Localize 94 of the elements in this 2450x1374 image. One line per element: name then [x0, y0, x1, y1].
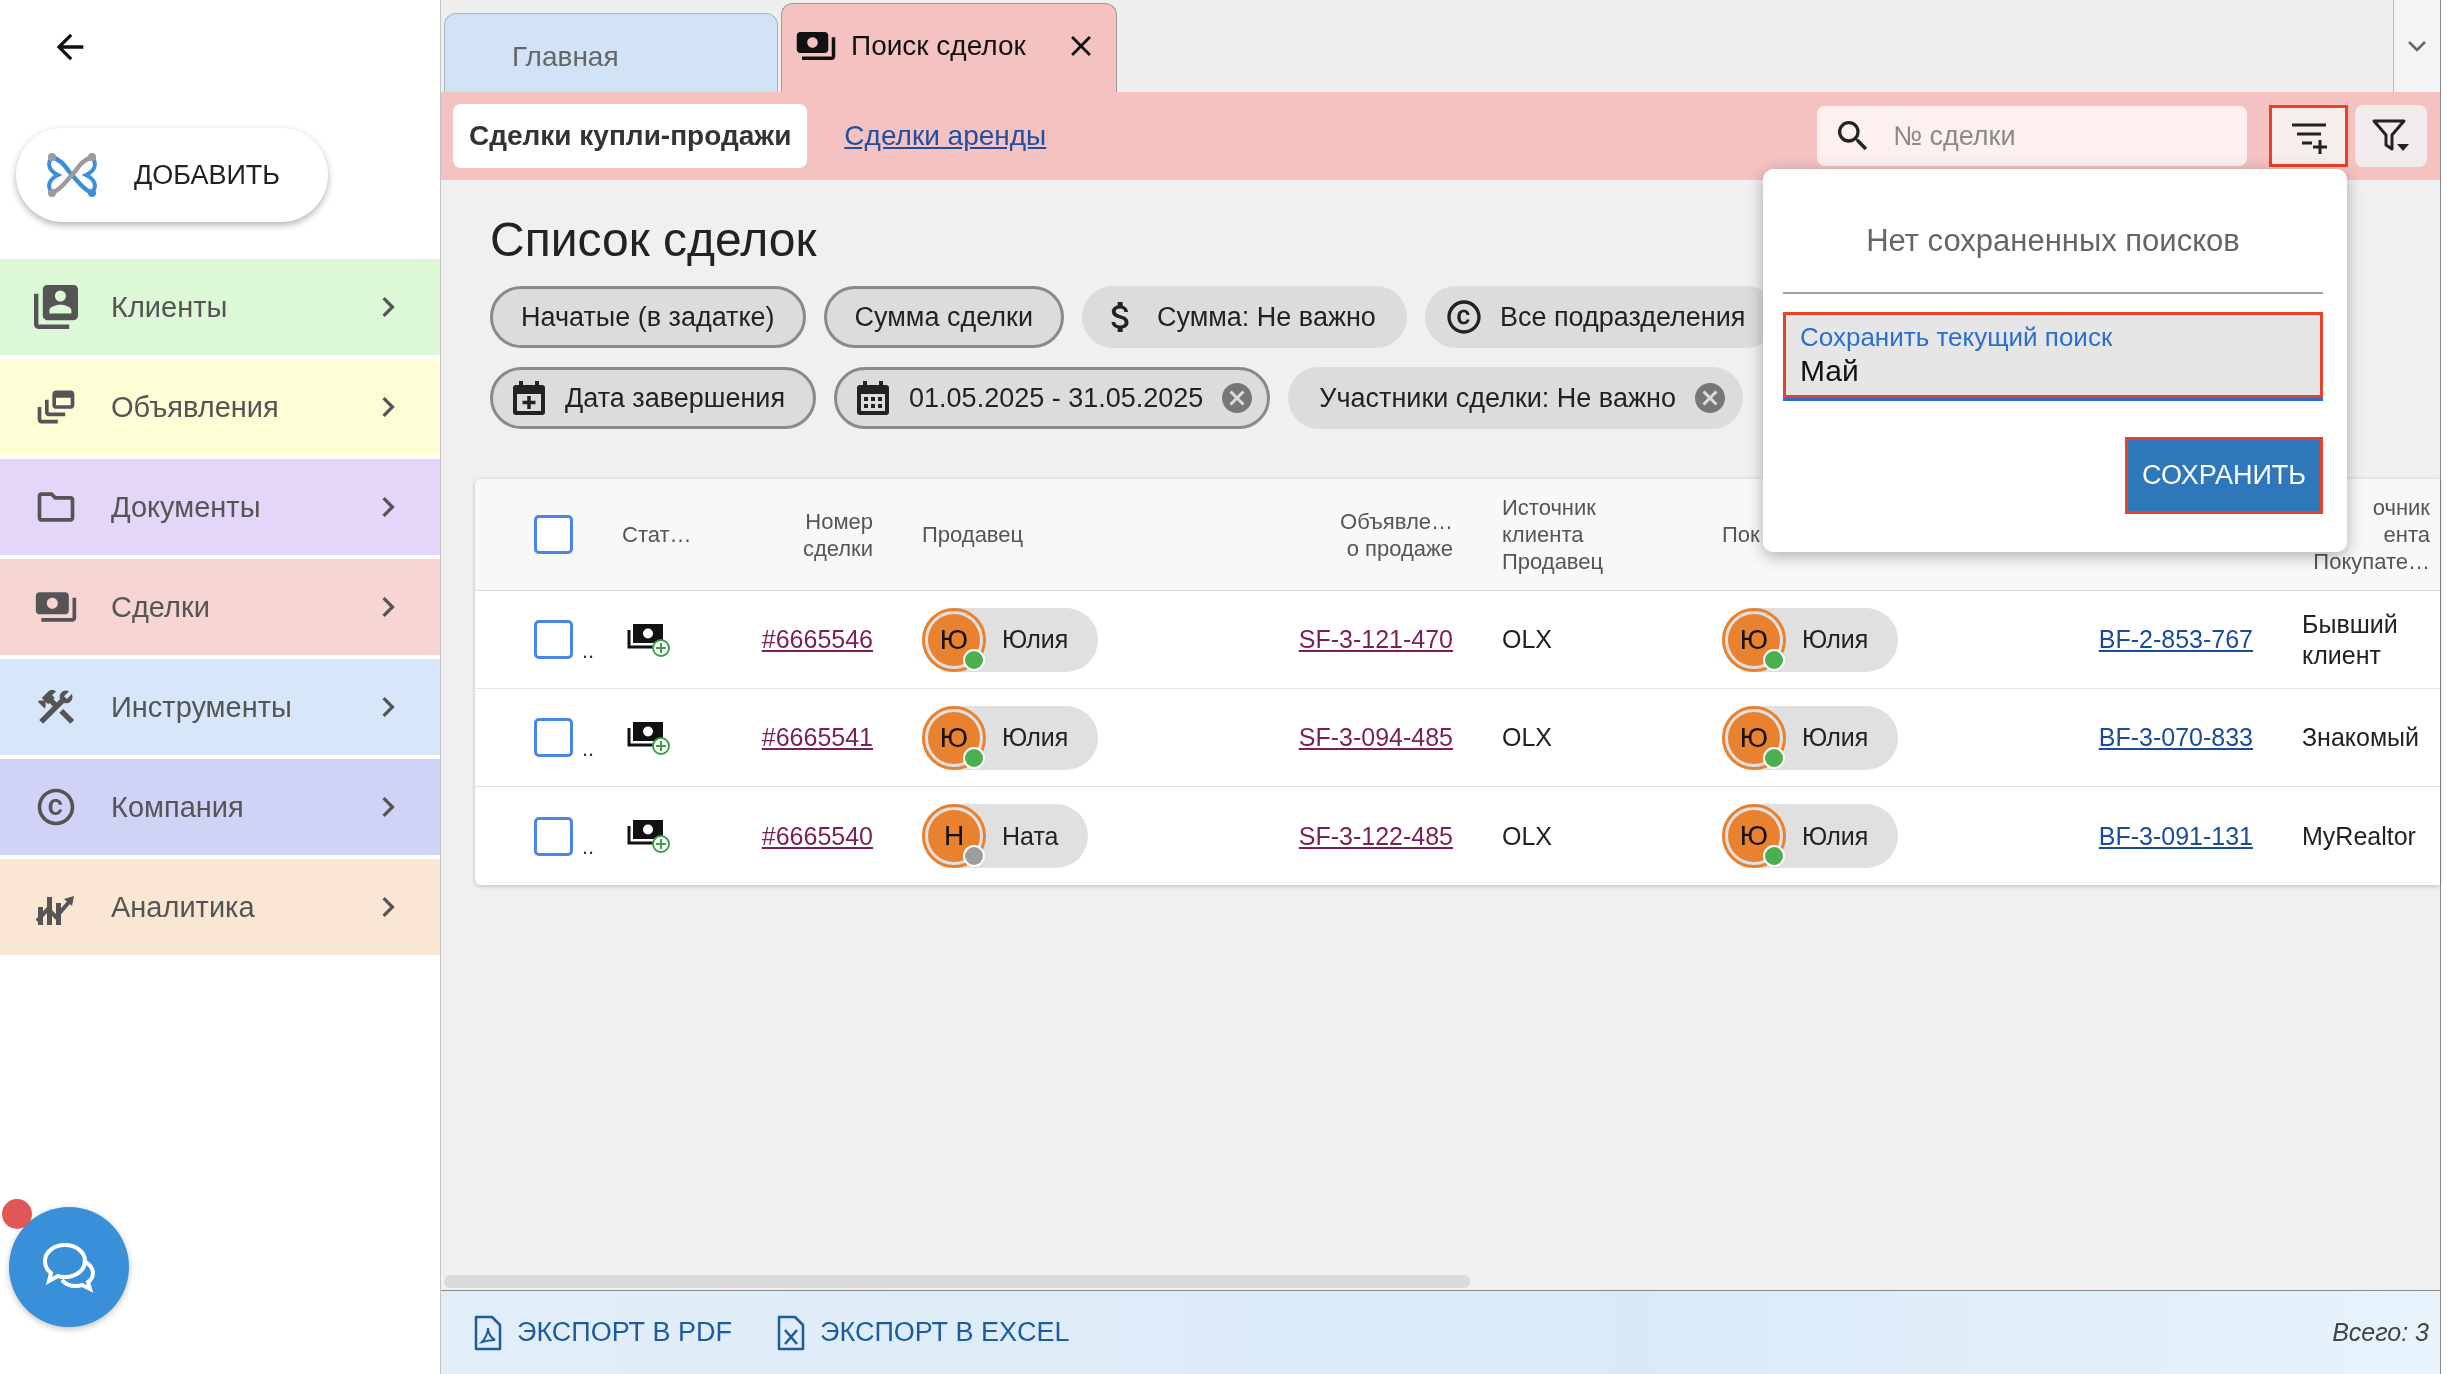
nav-label: Компания	[111, 790, 245, 824]
listing-link[interactable]: BF-2-853-767	[2098, 625, 2253, 654]
listing-link[interactable]: SF-3-121-470	[1298, 625, 1453, 654]
chevron-icon	[381, 896, 395, 918]
person-name: Юлия	[1802, 723, 1869, 752]
deal-link[interactable]: #6665541	[761, 723, 873, 752]
add-button[interactable]: ДОБАВИТЬ	[16, 128, 328, 222]
person-name: Юлия	[1802, 821, 1869, 851]
person-name: Ната	[1002, 821, 1059, 851]
nav-label: Инструменты	[111, 690, 293, 724]
nav-label: Клиенты	[111, 290, 229, 324]
person-name: Юлия	[1002, 625, 1069, 654]
avatar: Ю	[1722, 804, 1786, 868]
nav-item[interactable]: Компания	[0, 759, 440, 855]
column-header[interactable]: Пок	[1722, 521, 1760, 548]
column-header[interactable]: Номер сделки	[802, 507, 873, 562]
avatar: Н	[922, 804, 986, 868]
export-button[interactable]: ЭКСПОРТ В PDF	[473, 1314, 733, 1351]
person-chip[interactable]: Ю Юлия	[1722, 804, 1899, 868]
listing-link[interactable]: BF-3-070-833	[2098, 723, 2253, 752]
table-cell: OLX	[1502, 820, 1553, 852]
listing-link[interactable]: SF-3-122-485	[1298, 821, 1453, 851]
column-header[interactable]: Объявле… о продаже	[1340, 507, 1453, 562]
person-name: Юлия	[1802, 625, 1869, 654]
table-cell: OLX	[1502, 624, 1553, 655]
avatar: Ю	[922, 607, 986, 672]
nav-label: Сделки	[111, 590, 211, 624]
truncated-text: ..	[582, 637, 595, 664]
saved-search-button[interactable]	[2269, 105, 2348, 167]
person-chip[interactable]: Ю Юлия	[922, 705, 1099, 770]
listing-link[interactable]: SF-3-094-485	[1298, 723, 1453, 752]
caret-icon	[2407, 40, 2427, 52]
avatar: Ю	[1722, 607, 1786, 672]
table-cell: OLX	[1502, 722, 1553, 753]
nav-item[interactable]: Инструменты	[0, 659, 440, 755]
filter-chip[interactable]: Начатые (в задатке)	[490, 286, 806, 348]
cash-plus-icon	[627, 720, 671, 755]
chevron-icon	[381, 296, 395, 318]
subtab[interactable]: Сделки купли-продажи	[453, 104, 808, 168]
person-chip[interactable]: Н Ната	[922, 804, 1089, 868]
row-checkbox[interactable]	[534, 816, 573, 856]
subtab-link[interactable]: Сделки аренды	[844, 104, 1047, 168]
export-button[interactable]: ЭКСПОРТ В EXCEL	[776, 1314, 1070, 1351]
select-all-checkbox[interactable]	[534, 515, 573, 554]
tab[interactable]: Поиск сделок	[781, 3, 1117, 92]
page-title: Список сделок	[490, 212, 817, 268]
filter-chip[interactable]: Участники сделки: Не важно	[1288, 367, 1743, 429]
column-header[interactable]: Продавец	[922, 521, 1024, 548]
filter-button[interactable]	[2355, 105, 2427, 167]
cash-plus-icon	[627, 819, 671, 853]
nav-item[interactable]: Аналитика	[0, 859, 440, 955]
chevron-icon	[381, 396, 395, 418]
chevron-icon	[381, 496, 395, 518]
cash-plus-icon	[627, 622, 671, 657]
truncated-text: ..	[582, 834, 595, 860]
table-cell: MyRealtor	[2302, 820, 2416, 852]
person-chip[interactable]: Ю Юлия	[922, 607, 1099, 672]
row-checkbox[interactable]	[534, 718, 573, 757]
nav-item[interactable]: Сделки	[0, 559, 440, 655]
deal-link[interactable]: #6665546	[761, 625, 873, 654]
column-header[interactable]: Стат…	[622, 521, 692, 548]
filter-chip[interactable]: Сумма сделки	[823, 286, 1064, 348]
truncated-text: ..	[582, 735, 595, 762]
person-chip[interactable]: Ю Юлия	[1722, 607, 1899, 672]
nav-label: Аналитика	[111, 890, 256, 924]
nav-label: Объявления	[111, 390, 280, 424]
table-cell: Знакомый	[2302, 722, 2420, 753]
nav-item[interactable]: Клиенты	[0, 259, 440, 355]
chevron-icon	[381, 796, 395, 818]
person-chip[interactable]: Ю Юлия	[1722, 705, 1899, 770]
avatar: Ю	[1722, 705, 1786, 770]
filter-chip[interactable]: 01.05.2025 - 31.05.2025	[834, 367, 1271, 429]
listing-link[interactable]: BF-3-091-131	[2098, 821, 2253, 851]
spreadsheet-file-icon	[776, 1314, 807, 1351]
nav-item[interactable]: Объявления	[0, 359, 440, 455]
tab[interactable]: Главная	[444, 13, 778, 92]
pdf-file-icon	[473, 1314, 503, 1351]
deal-link[interactable]: #6665540	[761, 821, 873, 851]
nav-label: Документы	[111, 490, 262, 524]
filter-chip[interactable]: Сумма: Не важно	[1082, 286, 1407, 348]
save-button[interactable]: СОХРАНИТЬ	[2125, 437, 2323, 514]
table-cell-text: Бывший клиент	[2302, 608, 2399, 671]
person-card-icon	[34, 285, 78, 329]
column-header[interactable]: Источник клиента Продавец	[1502, 494, 1604, 575]
search-name-field[interactable]: Сохранить текущий поиск Май	[1783, 312, 2323, 398]
person-name: Юлия	[1002, 723, 1069, 752]
avatar: Ю	[922, 705, 986, 770]
nav-item[interactable]: Документы	[0, 459, 440, 555]
chevron-icon	[381, 696, 395, 718]
filter-chip[interactable]: Дата завершения	[490, 367, 817, 429]
total-count: Всего: 3	[2332, 1318, 2429, 1347]
chevron-icon	[381, 596, 395, 618]
empty-message: Нет сохраненных поисков	[1866, 223, 2240, 259]
row-checkbox[interactable]	[534, 620, 573, 659]
